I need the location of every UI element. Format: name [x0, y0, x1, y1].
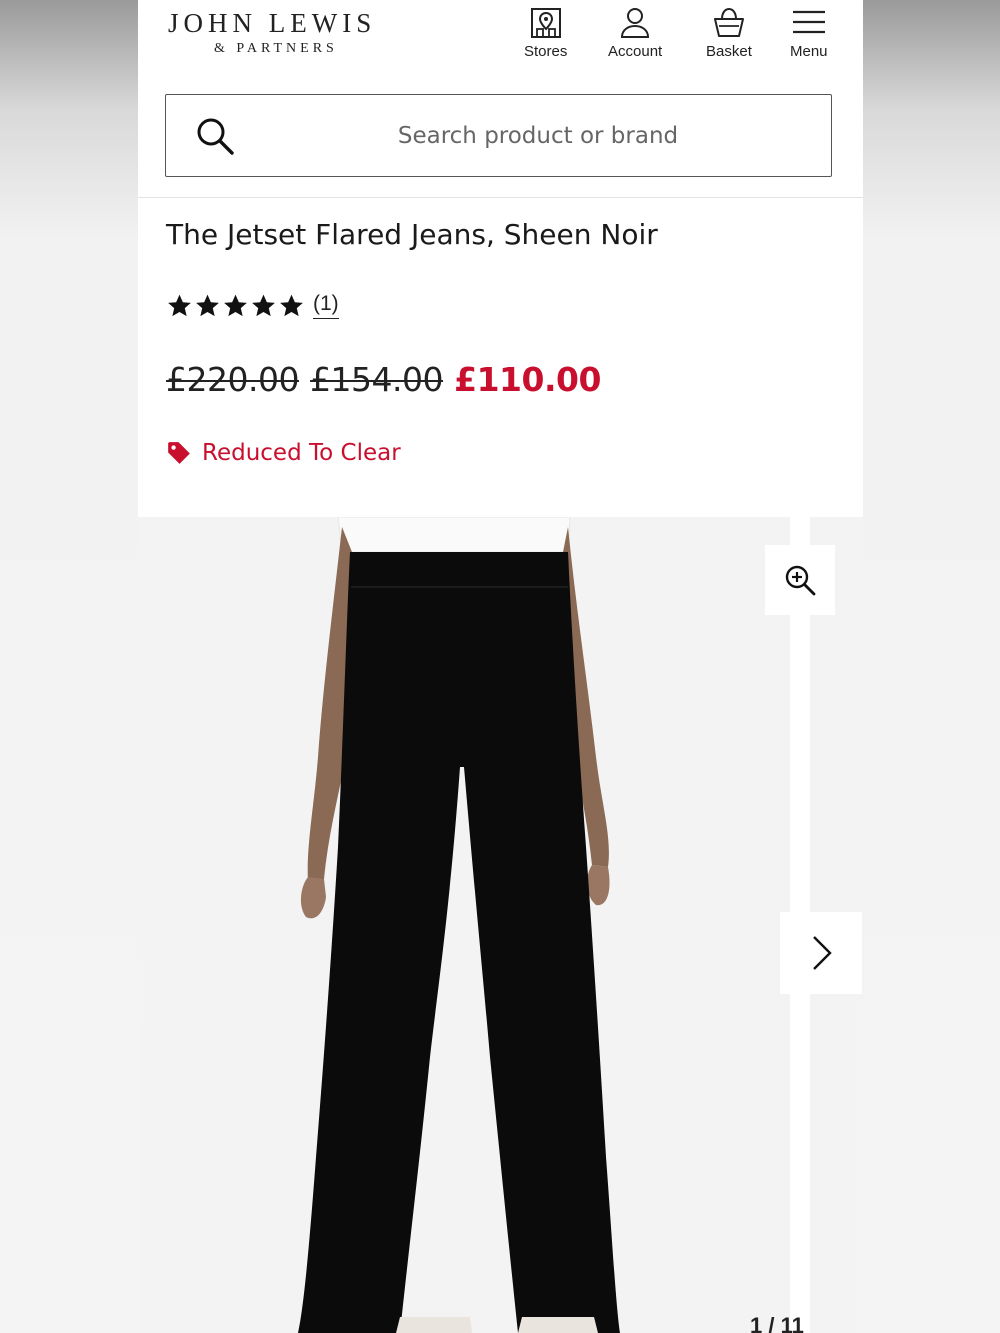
- chevron-right-icon: [813, 936, 832, 970]
- star-rating[interactable]: [166, 293, 305, 319]
- account-icon: [621, 8, 650, 38]
- star-icon: [168, 294, 191, 317]
- nav-menu[interactable]: Menu: [790, 4, 828, 60]
- image-counter: 1 / 11: [750, 1313, 804, 1333]
- nav-basket[interactable]: Basket: [706, 4, 752, 60]
- product-image: [138, 517, 790, 1333]
- product-image-gallery[interactable]: 1 / 11: [138, 517, 863, 1333]
- original-price: £220.00: [166, 360, 299, 399]
- store-icon: [530, 8, 561, 38]
- nav-account-label: Account: [608, 43, 663, 60]
- site-header: JOHN LEWIS & PARTNERS Stores Account Bas…: [138, 0, 863, 80]
- nav-menu-label: Menu: [790, 43, 828, 60]
- price-tag-icon: [168, 442, 190, 464]
- current-price: £110.00: [454, 360, 601, 399]
- promo-badge: Reduced To Clear: [166, 440, 401, 466]
- search-icon[interactable]: [194, 115, 236, 162]
- zoom-button[interactable]: [765, 545, 835, 615]
- logo-sub-text: & PARTNERS: [214, 41, 338, 56]
- search-input[interactable]: [256, 95, 820, 177]
- search-bar: [165, 94, 832, 177]
- logo-main-text: JOHN LEWIS: [168, 8, 377, 38]
- zoom-in-icon: [785, 565, 816, 596]
- star-icon: [252, 294, 275, 317]
- price-block: £220.00 £154.00 £110.00: [166, 360, 601, 399]
- menu-icon: [792, 10, 825, 34]
- previous-price: £154.00: [310, 360, 444, 399]
- basket-icon: [713, 7, 744, 37]
- nav-account[interactable]: Account: [608, 4, 662, 60]
- nav-stores[interactable]: Stores: [524, 4, 567, 60]
- star-icon: [224, 294, 247, 317]
- john-lewis-logo[interactable]: JOHN LEWIS & PARTNERS: [168, 8, 376, 57]
- nav-basket-label: Basket: [706, 43, 752, 60]
- star-icon: [196, 294, 219, 317]
- promo-label: Reduced To Clear: [202, 440, 401, 466]
- product-title: The Jetset Flared Jeans, Sheen Noir: [166, 218, 658, 251]
- page: JOHN LEWIS & PARTNERS Stores Account Bas…: [138, 0, 863, 1333]
- next-image-button[interactable]: [780, 912, 862, 994]
- star-icon: [280, 294, 303, 317]
- review-count-link[interactable]: (1): [313, 292, 339, 319]
- nav-stores-label: Stores: [524, 43, 568, 60]
- header-divider: [138, 197, 863, 198]
